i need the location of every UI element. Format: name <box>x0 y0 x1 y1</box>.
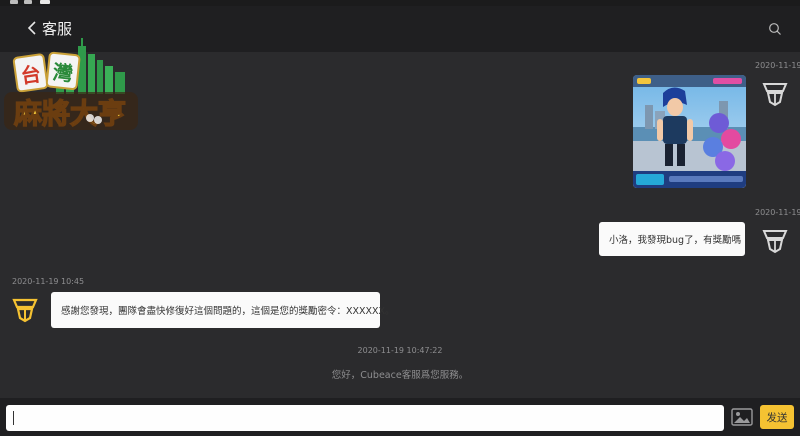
search-icon[interactable] <box>768 22 782 36</box>
text-caret <box>13 411 14 425</box>
message-text: 小洛，我發現bug了，有獎勵嗎 <box>609 235 742 246</box>
message-timestamp: 2020-11-19 10:45 <box>12 277 85 286</box>
chat-bubble-incoming: 感謝您發現，團隊會盡快修復好這個問題的，這個是您的獎勵密令：XXXXXX。 <box>51 292 395 328</box>
image-upload-icon[interactable] <box>731 406 753 428</box>
status-icon <box>24 0 32 4</box>
screenshot-image[interactable] <box>633 75 746 188</box>
back-arrow-icon[interactable] <box>25 20 41 36</box>
status-icon <box>40 0 50 4</box>
status-icon <box>10 0 18 4</box>
system-timestamp: 2020-11-19 10:47:22 <box>357 346 443 355</box>
cubeace-avatar-icon[interactable] <box>760 225 790 255</box>
message-text: 感謝您發現，團隊會盡快修復好這個問題的，這個是您的獎勵密令：XXXXXX。 <box>61 306 395 317</box>
send-button[interactable]: 发送 <box>760 405 794 429</box>
support-avatar-icon[interactable] <box>10 294 40 324</box>
svg-text:麻將大亨: 麻將大亨 <box>14 97 126 130</box>
message-input[interactable] <box>6 405 724 431</box>
chat-bubble-outgoing: 小洛，我發現bug了，有獎勵嗎 <box>599 222 745 256</box>
message-timestamp: 2020-11-19 <box>755 208 800 217</box>
system-message: 您好，Cubeace客服爲您服務。 <box>331 370 469 381</box>
game-logo: 台 灣 麻將大亨 <box>4 38 138 131</box>
cubeace-avatar-icon[interactable] <box>760 78 790 108</box>
message-timestamp: 2020-11-19 <box>755 61 800 70</box>
svg-text:台: 台 <box>19 62 42 89</box>
svg-text:灣: 灣 <box>52 60 74 86</box>
